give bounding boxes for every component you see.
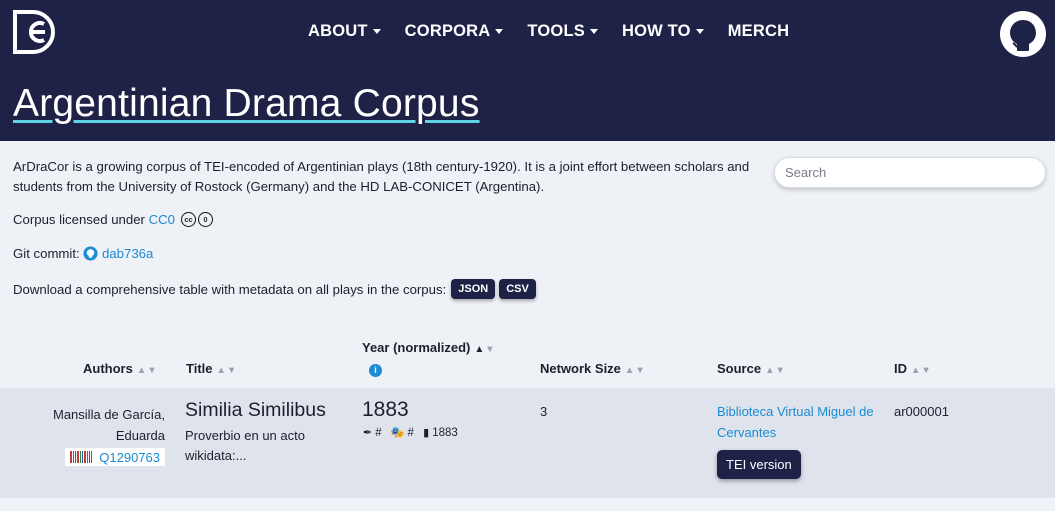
corpus-description: ArDraCor is a growing corpus of TEI-enco…	[13, 159, 750, 194]
license-link[interactable]: CC0	[149, 212, 175, 227]
nav-howto-label: HOW TO	[621, 21, 691, 40]
play-title-link[interactable]: Similia Similibus	[185, 399, 326, 422]
play-wikidata-text: wikidata:...	[185, 448, 247, 463]
nav-tools-label: TOOLS	[527, 21, 585, 40]
info-icon[interactable]: i	[369, 363, 382, 377]
tei-version-button[interactable]: TEI version	[717, 450, 801, 479]
author-cell: Mansilla de García, Eduarda Q1290763	[53, 404, 165, 469]
chevron-down-icon	[589, 28, 598, 34]
year-value: 1883	[362, 398, 409, 421]
header-network-size[interactable]: Network Size ▲▼	[540, 361, 646, 376]
chevron-down-icon	[695, 28, 704, 34]
sort-icon[interactable]: ▲▼	[137, 365, 158, 376]
pen-icon: ✒	[363, 427, 373, 439]
search-input[interactable]	[774, 157, 1046, 188]
git-commit-line: Git commit: dab736a	[13, 246, 153, 261]
header-authors[interactable]: Authors ▲▼	[83, 361, 158, 376]
github-icon[interactable]	[999, 10, 1047, 58]
nav-about-label: ABOUT	[308, 21, 368, 40]
main-nav: ABOUT CORPORA TOOLS HOW TO MERCH	[308, 20, 813, 42]
sort-icon[interactable]: ▲▼	[911, 365, 932, 376]
theater-masks-icon: 🎭	[390, 427, 405, 439]
network-size-value: 3	[540, 404, 548, 419]
dracor-logo-icon[interactable]	[11, 8, 59, 56]
nav-corpora[interactable]: CORPORA	[405, 20, 504, 42]
header-source-label: Source	[717, 361, 762, 376]
header-title-label: Title	[186, 361, 213, 376]
sort-icon[interactable]: ▲▼	[765, 365, 786, 376]
nav-about[interactable]: ABOUT	[308, 20, 381, 42]
download-json-button[interactable]: JSON	[451, 279, 496, 299]
header-year-label: Year (normalized)	[362, 340, 471, 355]
license-line: Corpus licensed under CC0 cc 0	[13, 212, 214, 227]
wikidata-badge[interactable]: Q1290763	[65, 448, 165, 466]
cc-icon: cc	[181, 212, 197, 227]
github-small-icon	[83, 246, 98, 261]
sort-icon[interactable]: ▲▼	[625, 365, 646, 376]
year-details: ✒ # 🎭 # ▮ 1883	[363, 426, 458, 440]
download-text: Download a comprehensive table with meta…	[13, 281, 447, 297]
year-written: #	[375, 426, 382, 439]
table-header: Authors ▲▼ Title ▲▼ Year (normalized) ▲▼ i …	[0, 328, 1055, 388]
zero-icon: 0	[198, 212, 214, 227]
source-link[interactable]: Biblioteca Virtual Miguel de Cervantes	[717, 401, 882, 443]
cc0-badge: cc 0	[181, 212, 214, 227]
book-icon: ▮	[423, 427, 430, 439]
header-network-label: Network Size	[540, 361, 621, 376]
nav-howto[interactable]: HOW TO	[622, 20, 704, 42]
author-name-line2[interactable]: Eduarda	[53, 425, 165, 446]
play-subtitle-text: Proverbio en un acto	[185, 428, 305, 443]
wikidata-icon	[70, 451, 93, 463]
chevron-down-icon	[372, 28, 381, 34]
download-line: Download a comprehensive table with meta…	[13, 279, 536, 299]
header-title[interactable]: Title ▲▼	[186, 361, 237, 376]
nav-merch-label: MERCH	[727, 21, 790, 40]
header-id-label: ID	[894, 361, 907, 376]
author-name-line1[interactable]: Mansilla de García,	[53, 404, 165, 425]
header-authors-label: Authors	[83, 361, 133, 376]
chevron-down-icon	[495, 28, 504, 34]
sort-icon[interactable]: ▲▼	[217, 365, 238, 376]
git-commit-link[interactable]: dab736a	[102, 246, 153, 261]
sort-asc-icon[interactable]: ▲▼	[474, 344, 495, 355]
year-printed: 1883	[432, 426, 458, 439]
license-prefix: Corpus licensed under	[13, 212, 145, 227]
wikidata-link[interactable]: Q1290763	[99, 447, 160, 468]
top-navbar: ABOUT CORPORA TOOLS HOW TO MERCH Argenti…	[0, 0, 1055, 141]
header-source[interactable]: Source ▲▼	[717, 361, 786, 376]
nav-tools[interactable]: TOOLS	[527, 20, 598, 42]
play-subtitle: Proverbio en un acto wikidata:...	[185, 426, 305, 466]
page-title[interactable]: Argentinian Drama Corpus	[13, 82, 480, 126]
header-id[interactable]: ID ▲▼	[894, 361, 932, 376]
nav-merch[interactable]: MERCH	[728, 20, 790, 42]
table-row: Mansilla de García, Eduarda Q1290763 Sim…	[0, 388, 1055, 498]
git-prefix: Git commit:	[13, 246, 80, 261]
year-premiered: #	[407, 426, 414, 439]
download-csv-button[interactable]: CSV	[499, 279, 536, 299]
play-id: ar000001	[894, 404, 949, 419]
nav-corpora-label: CORPORA	[404, 21, 491, 40]
header-year[interactable]: Year (normalized) ▲▼ i	[362, 340, 496, 377]
